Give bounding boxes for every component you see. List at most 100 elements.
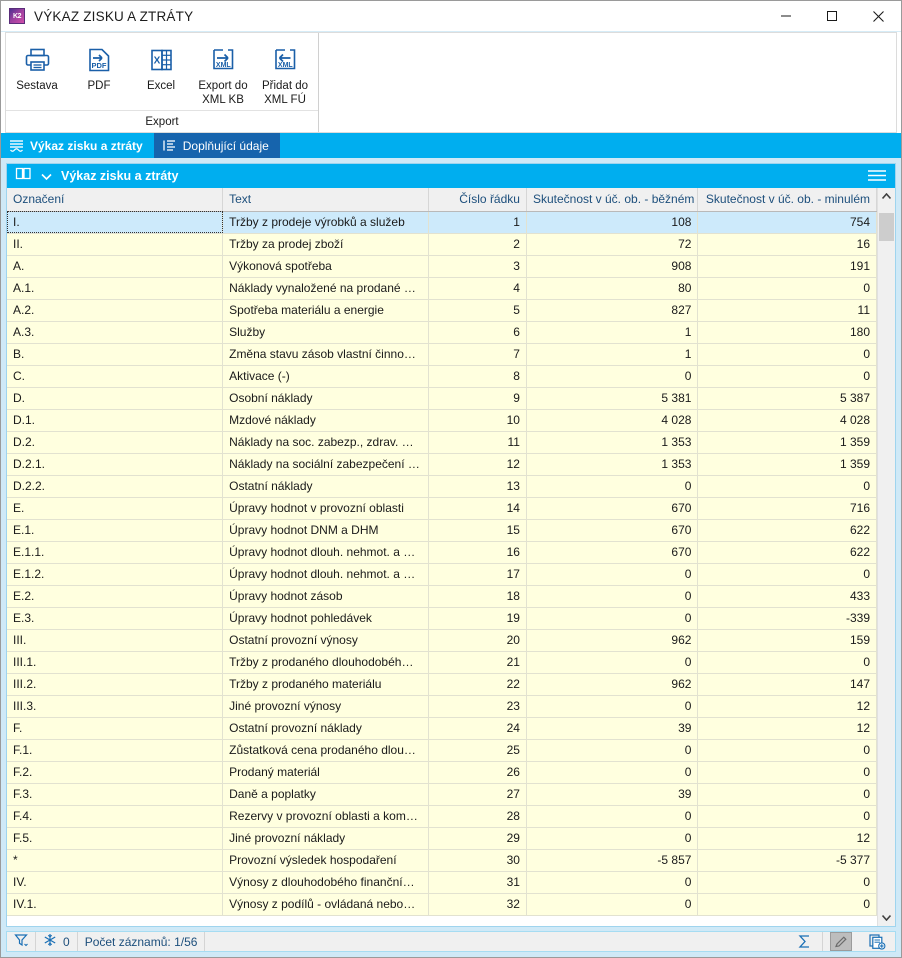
cell-minule[interactable]: 191 xyxy=(697,255,877,278)
cell-minule[interactable]: 180 xyxy=(697,321,877,344)
cell-oznaceni[interactable]: II. xyxy=(7,233,224,256)
table-row[interactable]: D. Osobní náklady 9 5 381 5 387 xyxy=(7,387,877,410)
cell-minule[interactable]: 0 xyxy=(697,365,877,388)
cell-text[interactable]: Spotřeba materiálu a energie xyxy=(222,299,429,322)
cell-bezne[interactable]: 962 xyxy=(526,629,699,652)
cell-text[interactable]: Náklady vynaložené na prodané … xyxy=(222,277,429,300)
cell-oznaceni[interactable]: F.5. xyxy=(7,827,224,850)
table-row[interactable]: II. Tržby za prodej zboží 2 72 16 xyxy=(7,233,877,256)
cell-text[interactable]: Tržby z prodaného materiálu xyxy=(222,673,429,696)
cell-oznaceni[interactable]: D.1. xyxy=(7,409,224,432)
cell-bezne[interactable]: 0 xyxy=(526,563,699,586)
cell-minule[interactable]: 0 xyxy=(697,475,877,498)
cell-text[interactable]: Úpravy hodnot dlouh. nehmot. a … xyxy=(222,541,429,564)
cell-oznaceni[interactable]: I. xyxy=(7,211,224,234)
sestava-button[interactable]: Sestava xyxy=(6,40,68,95)
column-header-text[interactable]: Text xyxy=(222,188,429,212)
cell-bezne[interactable]: 0 xyxy=(526,805,699,828)
cell-minule[interactable]: 0 xyxy=(697,871,877,894)
chevron-down-icon[interactable] xyxy=(40,170,53,183)
cell-minule[interactable]: 147 xyxy=(697,673,877,696)
new-record-button[interactable] xyxy=(859,932,895,951)
cell-cislo_radku[interactable]: 15 xyxy=(428,519,527,542)
pridat-xml-fu-button[interactable]: XML Přidat do XML FÚ xyxy=(254,40,316,108)
table-row[interactable]: F.2. Prodaný materiál 26 0 0 xyxy=(7,761,877,784)
cell-bezne[interactable]: 5 381 xyxy=(526,387,699,410)
cell-oznaceni[interactable]: B. xyxy=(7,343,224,366)
table-row[interactable]: * Provozní výsledek hospodaření 30 -5 857 -5… xyxy=(7,849,877,872)
cell-text[interactable]: Jiné provozní výnosy xyxy=(222,695,429,718)
export-xml-kb-button[interactable]: XML Export do XML KB xyxy=(192,40,254,108)
cell-oznaceni[interactable]: IV. xyxy=(7,871,224,894)
tab-vykaz-zisku-a-ztraty[interactable]: Výkaz zisku a ztráty xyxy=(1,133,154,158)
cell-oznaceni[interactable]: * xyxy=(7,849,224,872)
cell-text[interactable]: Ostatní náklady xyxy=(222,475,429,498)
edit-button[interactable] xyxy=(823,932,859,951)
cell-bezne[interactable]: 827 xyxy=(526,299,699,322)
cell-oznaceni[interactable]: IV.1. xyxy=(7,893,224,916)
cell-minule[interactable]: 716 xyxy=(697,497,877,520)
table-row[interactable]: A.2. Spotřeba materiálu a energie 5 827 11 xyxy=(7,299,877,322)
cell-minule[interactable]: 12 xyxy=(697,827,877,850)
cell-oznaceni[interactable]: A.3. xyxy=(7,321,224,344)
cell-bezne[interactable]: 0 xyxy=(526,827,699,850)
cell-cislo_radku[interactable]: 17 xyxy=(428,563,527,586)
table-row[interactable]: E.2. Úpravy hodnot zásob 18 0 433 xyxy=(7,585,877,608)
cell-minule[interactable]: 159 xyxy=(697,629,877,652)
cell-bezne[interactable]: 670 xyxy=(526,497,699,520)
scroll-down-button[interactable] xyxy=(878,909,895,926)
cell-minule[interactable]: 0 xyxy=(697,277,877,300)
cell-text[interactable]: Úpravy hodnot zásob xyxy=(222,585,429,608)
cell-cislo_radku[interactable]: 29 xyxy=(428,827,527,850)
cell-text[interactable]: Osobní náklady xyxy=(222,387,429,410)
cell-minule[interactable]: 0 xyxy=(697,761,877,784)
table-row[interactable]: F.5. Jiné provozní náklady 29 0 12 xyxy=(7,827,877,850)
cell-oznaceni[interactable]: A.2. xyxy=(7,299,224,322)
frozen-columns-indicator[interactable]: 0 xyxy=(36,932,78,951)
cell-cislo_radku[interactable]: 4 xyxy=(428,277,527,300)
cell-oznaceni[interactable]: F.4. xyxy=(7,805,224,828)
cell-text[interactable]: Služby xyxy=(222,321,429,344)
cell-bezne[interactable]: 0 xyxy=(526,695,699,718)
cell-cislo_radku[interactable]: 28 xyxy=(428,805,527,828)
filter-button[interactable] xyxy=(7,932,36,951)
cell-oznaceni[interactable]: E.1. xyxy=(7,519,224,542)
cell-oznaceni[interactable]: III.2. xyxy=(7,673,224,696)
minimize-button[interactable] xyxy=(763,1,809,31)
scroll-up-button[interactable] xyxy=(878,188,895,205)
table-row[interactable]: IV. Výnosy z dlouhodobého finanční… 31 0 0 xyxy=(7,871,877,894)
table-row[interactable]: F.3. Daně a poplatky 27 39 0 xyxy=(7,783,877,806)
cell-text[interactable]: Úpravy hodnot dlouh. nehmot. a … xyxy=(222,563,429,586)
cell-cislo_radku[interactable]: 9 xyxy=(428,387,527,410)
column-header-cislo_radku[interactable]: Číslo řádku xyxy=(428,188,527,212)
cell-oznaceni[interactable]: A.1. xyxy=(7,277,224,300)
cell-text[interactable]: Úpravy hodnot DNM a DHM xyxy=(222,519,429,542)
cell-minule[interactable]: -339 xyxy=(697,607,877,630)
table-row[interactable]: F.4. Rezervy v provozní oblasti a kom… 28 0… xyxy=(7,805,877,828)
cell-cislo_radku[interactable]: 26 xyxy=(428,761,527,784)
cell-cislo_radku[interactable]: 3 xyxy=(428,255,527,278)
cell-oznaceni[interactable]: F.2. xyxy=(7,761,224,784)
cell-cislo_radku[interactable]: 2 xyxy=(428,233,527,256)
table-row[interactable]: E.1.2. Úpravy hodnot dlouh. nehmot. a … 17… xyxy=(7,563,877,586)
table-row[interactable]: A.1. Náklady vynaložené na prodané … 4 80 0 xyxy=(7,277,877,300)
cell-text[interactable]: Prodaný materiál xyxy=(222,761,429,784)
cell-bezne[interactable]: 4 028 xyxy=(526,409,699,432)
cell-minule[interactable]: 1 359 xyxy=(697,431,877,454)
cell-oznaceni[interactable]: E. xyxy=(7,497,224,520)
cell-minule[interactable]: -5 377 xyxy=(697,849,877,872)
cell-minule[interactable]: 1 359 xyxy=(697,453,877,476)
cell-minule[interactable]: 622 xyxy=(697,541,877,564)
table-row[interactable]: A.3. Služby 6 1 180 xyxy=(7,321,877,344)
cell-bezne[interactable]: -5 857 xyxy=(526,849,699,872)
table-row[interactable]: D.2. Náklady na soc. zabezp., zdrav. … 11 1… xyxy=(7,431,877,454)
table-row[interactable]: III. Ostatní provozní výnosy 20 962 159 xyxy=(7,629,877,652)
table-row[interactable]: E.1. Úpravy hodnot DNM a DHM 15 670 622 xyxy=(7,519,877,542)
cell-cislo_radku[interactable]: 27 xyxy=(428,783,527,806)
cell-bezne[interactable]: 72 xyxy=(526,233,699,256)
cell-minule[interactable]: 0 xyxy=(697,739,877,762)
table-row[interactable]: III.1. Tržby z prodaného dlouhodobéh… 21 0 0 xyxy=(7,651,877,674)
cell-bezne[interactable]: 0 xyxy=(526,761,699,784)
cell-bezne[interactable]: 80 xyxy=(526,277,699,300)
tab-doplnujici-udaje[interactable]: Doplňující údaje xyxy=(153,133,280,158)
